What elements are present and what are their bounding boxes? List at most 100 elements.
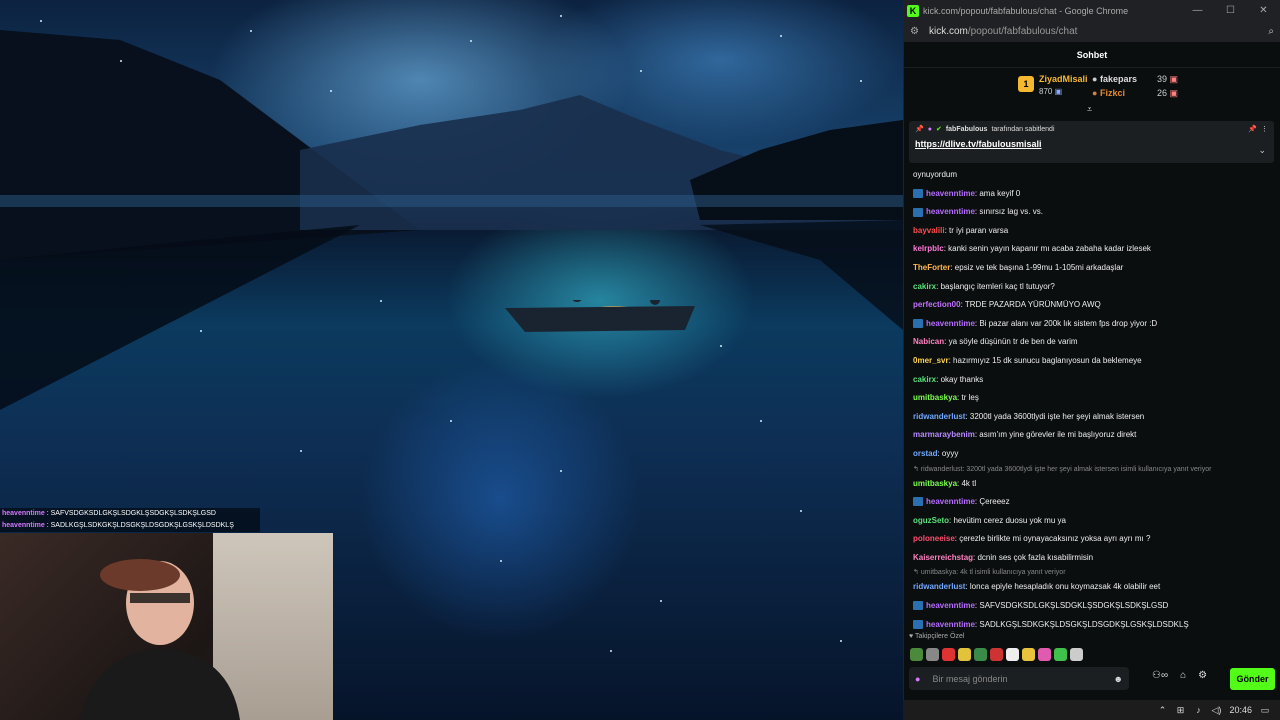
boat-illustration (505, 300, 695, 332)
verified-icon: ✔ (935, 126, 942, 133)
chat-username[interactable]: umitbaskya (913, 479, 957, 488)
streamer-silhouette (80, 559, 240, 720)
emote[interactable] (1054, 648, 1067, 661)
chat-username[interactable]: heavenntime (926, 189, 975, 198)
chat-username[interactable]: cakirx (913, 282, 936, 291)
emoji-icon[interactable]: ☻ (1114, 674, 1123, 684)
message-input[interactable]: ● Bir mesaj gönderin ☻ (909, 667, 1129, 690)
chat-message: ridwanderlust: lonca epiyle hesapladık o… (913, 578, 1275, 597)
unpin-icon[interactable]: 📌 (1248, 125, 1257, 133)
gift-icon: ▣ (1169, 88, 1179, 98)
mic-icon[interactable]: ♪ (1193, 705, 1203, 715)
chat-message: bayvalili: tr iyi paran varsa (913, 222, 1275, 241)
subscriber-badge-icon (913, 497, 923, 507)
chat-text: : kanki senin yayın kapanır mı acaba zab… (943, 244, 1151, 254)
emote[interactable] (1038, 648, 1051, 661)
chat-message: perfection00: TRDE PAZARDA YÜRÜNMÜYO AWQ (913, 296, 1275, 315)
emote[interactable] (974, 648, 987, 661)
emote[interactable] (1022, 648, 1035, 661)
emote[interactable] (926, 648, 939, 661)
emote[interactable] (958, 648, 971, 661)
search-icon[interactable]: ⌕ (1268, 26, 1274, 37)
clock[interactable]: 20:46 (1229, 705, 1252, 715)
stream-overlay-chat: heavenntime : SAFVSDGKSDLGKŞLSDGKLŞSDGKŞ… (0, 508, 260, 532)
reply-icon: ↰ (913, 569, 921, 577)
chat-username[interactable]: heavenntime (926, 620, 975, 629)
chat-username[interactable]: cakirx (913, 375, 936, 384)
chat-text: : TRDE PAZARDA YÜRÜNMÜYO AWQ (960, 300, 1101, 310)
reply-context: ↰ ridwanderlust: 3200tl yada 3600tlydi i… (913, 465, 1212, 473)
third-count: 26 ▣ (1157, 88, 1179, 98)
chat-username[interactable]: ridwanderlust (913, 412, 965, 421)
chat-username[interactable]: heavenntime (926, 207, 975, 216)
chat-username[interactable]: oguzSeto (913, 516, 949, 525)
chat-message: umitbaskya: tr leş (913, 389, 1275, 408)
send-button[interactable]: Gönder (1230, 668, 1275, 690)
window-title: kick.com/popout/fabfabulous/chat - Googl… (923, 5, 1129, 16)
emote[interactable] (910, 648, 923, 661)
pin-icon: 📌 (915, 126, 924, 133)
pinned-link[interactable]: https://dlive.tv/fabulousmisali (915, 139, 1268, 149)
chat-username[interactable]: orstad (913, 449, 937, 458)
overlay-text: : SADLKGŞLSDKGKŞLDSGKŞLDSGDKŞLGSKŞLDSDKL… (44, 522, 234, 529)
chat-username[interactable]: Kaiserreichstag (913, 553, 973, 562)
chat-message: heavenntime: SAFVSDGKSDLGKŞLSDGKLŞSDGKŞL… (913, 597, 1275, 616)
chat-message: heavenntime: SADLKGŞLSDKGKŞLDSGKŞLDSGDKŞ… (913, 616, 1275, 635)
chat-username[interactable]: 0mer_svr (913, 356, 949, 365)
url-path: /popout/fabfabulous/chat (967, 26, 1078, 37)
chat-message: 0mer_svr: hazırmıyız 15 dk sunucu baglan… (913, 352, 1275, 371)
chat-message: heavenntime: sınırsız lag vs. vs. (913, 203, 1275, 222)
more-icon[interactable]: ⋮ (1261, 125, 1268, 133)
gift-icon: ▣ (1054, 87, 1063, 96)
badges-icon[interactable]: ⚇∞ (1152, 670, 1168, 681)
chat-username[interactable]: heavenntime (926, 497, 975, 506)
chat-message: heavenntime: ama keyif 0 (913, 185, 1275, 204)
chat-username[interactable]: marmaraybenim (913, 430, 975, 439)
site-settings-icon[interactable]: ⚙ (910, 26, 919, 37)
network-icon[interactable]: ⊞ (1175, 705, 1185, 715)
emote-bar (910, 648, 1083, 661)
chat-username[interactable]: ridwanderlust (913, 582, 965, 591)
chat-username[interactable]: TheForter (913, 263, 950, 272)
overlay-username: heavenntime (2, 510, 45, 517)
chevron-down-icon[interactable]: ⌄ (1258, 145, 1266, 156)
leaderboard: 1 ZiyadMisali 870 ▣ ● fakepars 39 ▣ ● Fi… (904, 68, 1280, 114)
chat-text: : tr iyi paran varsa (944, 225, 1009, 235)
close-icon[interactable]: ✕ (1247, 5, 1280, 16)
address-bar[interactable]: ⚙ kick.com/popout/fabfabulous/chat ⌕ (904, 21, 1280, 42)
chat-username[interactable]: bayvalili (913, 226, 945, 235)
pinned-suffix: tarafından sabitlendi (991, 125, 1055, 133)
chat-text: : lonca epiyle hesapladık onu koymazsak … (965, 582, 1161, 592)
chat-message: oynuyordum (913, 166, 1275, 185)
chat-messages: oynuyordum heavenntime: ama keyif 0 heaven… (913, 166, 1275, 634)
chat-message: orstad: oyyy (913, 445, 1275, 464)
chevron-up-icon[interactable]: ⌃ (1157, 705, 1167, 715)
chat-username[interactable]: poloneeise (913, 534, 955, 543)
emote[interactable] (942, 648, 955, 661)
emote[interactable] (1006, 648, 1019, 661)
chat-username[interactable]: perfection00 (913, 300, 961, 309)
chat-message: heavenntime: Çereeez (913, 493, 1275, 512)
chat-text: : asım'ım yine görevler ile mi başlıyoru… (974, 430, 1137, 440)
minimize-icon[interactable]: — (1181, 5, 1214, 16)
chat-text: : Çereeez (974, 497, 1010, 507)
chat-message: Nabican: ya söyle düşünün tr de ben de v… (913, 333, 1275, 352)
emote[interactable] (990, 648, 1003, 661)
overlay-text: : SAFVSDGKSDLGKŞLSDGKLŞSDGKŞLSDKŞLGSD (44, 510, 216, 517)
followers-only-label: ♥ Takipçilere Özel (909, 633, 965, 640)
collapse-icon[interactable]: ⩡ (1087, 104, 1092, 115)
speaker-icon[interactable]: ◁) (1211, 705, 1222, 715)
chat-text: : başlangıç itemleri kaç tl tutuyor? (936, 281, 1055, 291)
chat-username[interactable]: Nabican (913, 337, 944, 346)
gear-icon[interactable]: ⚙ (1198, 670, 1207, 681)
chat-username[interactable]: kelrpblc (913, 244, 944, 253)
kick-logo-icon: K (907, 4, 919, 17)
message-placeholder: Bir mesaj gönderin (932, 673, 1008, 684)
notification-icon[interactable]: ▭ (1260, 705, 1270, 715)
store-icon[interactable]: ⌂ (1180, 670, 1186, 681)
chat-username[interactable]: heavenntime (926, 601, 975, 610)
chat-username[interactable]: umitbaskya (913, 393, 957, 402)
chat-username[interactable]: heavenntime (926, 319, 975, 328)
emote[interactable] (1070, 648, 1083, 661)
maximize-icon[interactable]: ☐ (1214, 5, 1247, 16)
